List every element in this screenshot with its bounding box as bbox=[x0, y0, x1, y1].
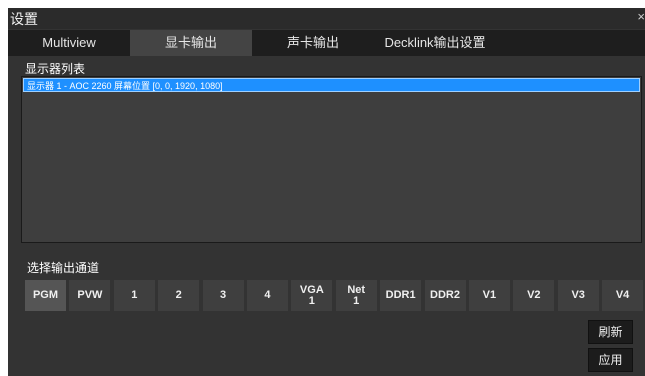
tab-bar: Multiview 显卡输出 声卡输出 Decklink输出设置 bbox=[8, 30, 645, 56]
apply-button[interactable]: 应用 bbox=[588, 348, 633, 372]
display-list[interactable]: 显示器 1 - AOC 2260 屏幕位置 [0, 0, 1920, 1080] bbox=[21, 76, 642, 243]
settings-window: 设置 × Multiview 显卡输出 声卡输出 Decklink输出设置 显示… bbox=[8, 8, 645, 376]
channel-button-ddr2[interactable]: DDR2 bbox=[424, 280, 466, 311]
channel-button-v3[interactable]: V3 bbox=[557, 280, 599, 311]
channel-button-row: PGM PVW 1 2 3 4 VGA 1 Net 1 DDR1 DDR2 V1… bbox=[25, 280, 645, 311]
channel-select-label: 选择输出通道 bbox=[27, 261, 100, 275]
tab-multiview[interactable]: Multiview bbox=[8, 30, 130, 56]
title-bar: 设置 × bbox=[8, 8, 645, 29]
channel-button-net1[interactable]: Net 1 bbox=[335, 280, 377, 311]
channel-button-v1[interactable]: V1 bbox=[468, 280, 510, 311]
channel-button-4[interactable]: 4 bbox=[246, 280, 288, 311]
refresh-button[interactable]: 刷新 bbox=[588, 320, 633, 344]
channel-button-v2[interactable]: V2 bbox=[513, 280, 555, 311]
list-item[interactable]: 显示器 1 - AOC 2260 屏幕位置 [0, 0, 1920, 1080] bbox=[23, 78, 640, 92]
tab-decklink-output[interactable]: Decklink输出设置 bbox=[374, 30, 496, 56]
close-icon[interactable]: × bbox=[633, 9, 645, 24]
channel-button-v4[interactable]: V4 bbox=[602, 280, 644, 311]
display-list-label: 显示器列表 bbox=[25, 62, 86, 76]
channel-button-2[interactable]: 2 bbox=[158, 280, 200, 311]
channel-button-1[interactable]: 1 bbox=[113, 280, 155, 311]
channel-button-vga1[interactable]: VGA 1 bbox=[291, 280, 333, 311]
tab-audio-output[interactable]: 声卡输出 bbox=[252, 30, 374, 56]
channel-button-3[interactable]: 3 bbox=[202, 280, 244, 311]
window-title: 设置 bbox=[10, 11, 38, 27]
channel-button-pgm[interactable]: PGM bbox=[25, 280, 66, 311]
channel-button-ddr1[interactable]: DDR1 bbox=[380, 280, 422, 311]
tab-gpu-output[interactable]: 显卡输出 bbox=[130, 30, 252, 56]
channel-button-pvw[interactable]: PVW bbox=[69, 280, 111, 311]
